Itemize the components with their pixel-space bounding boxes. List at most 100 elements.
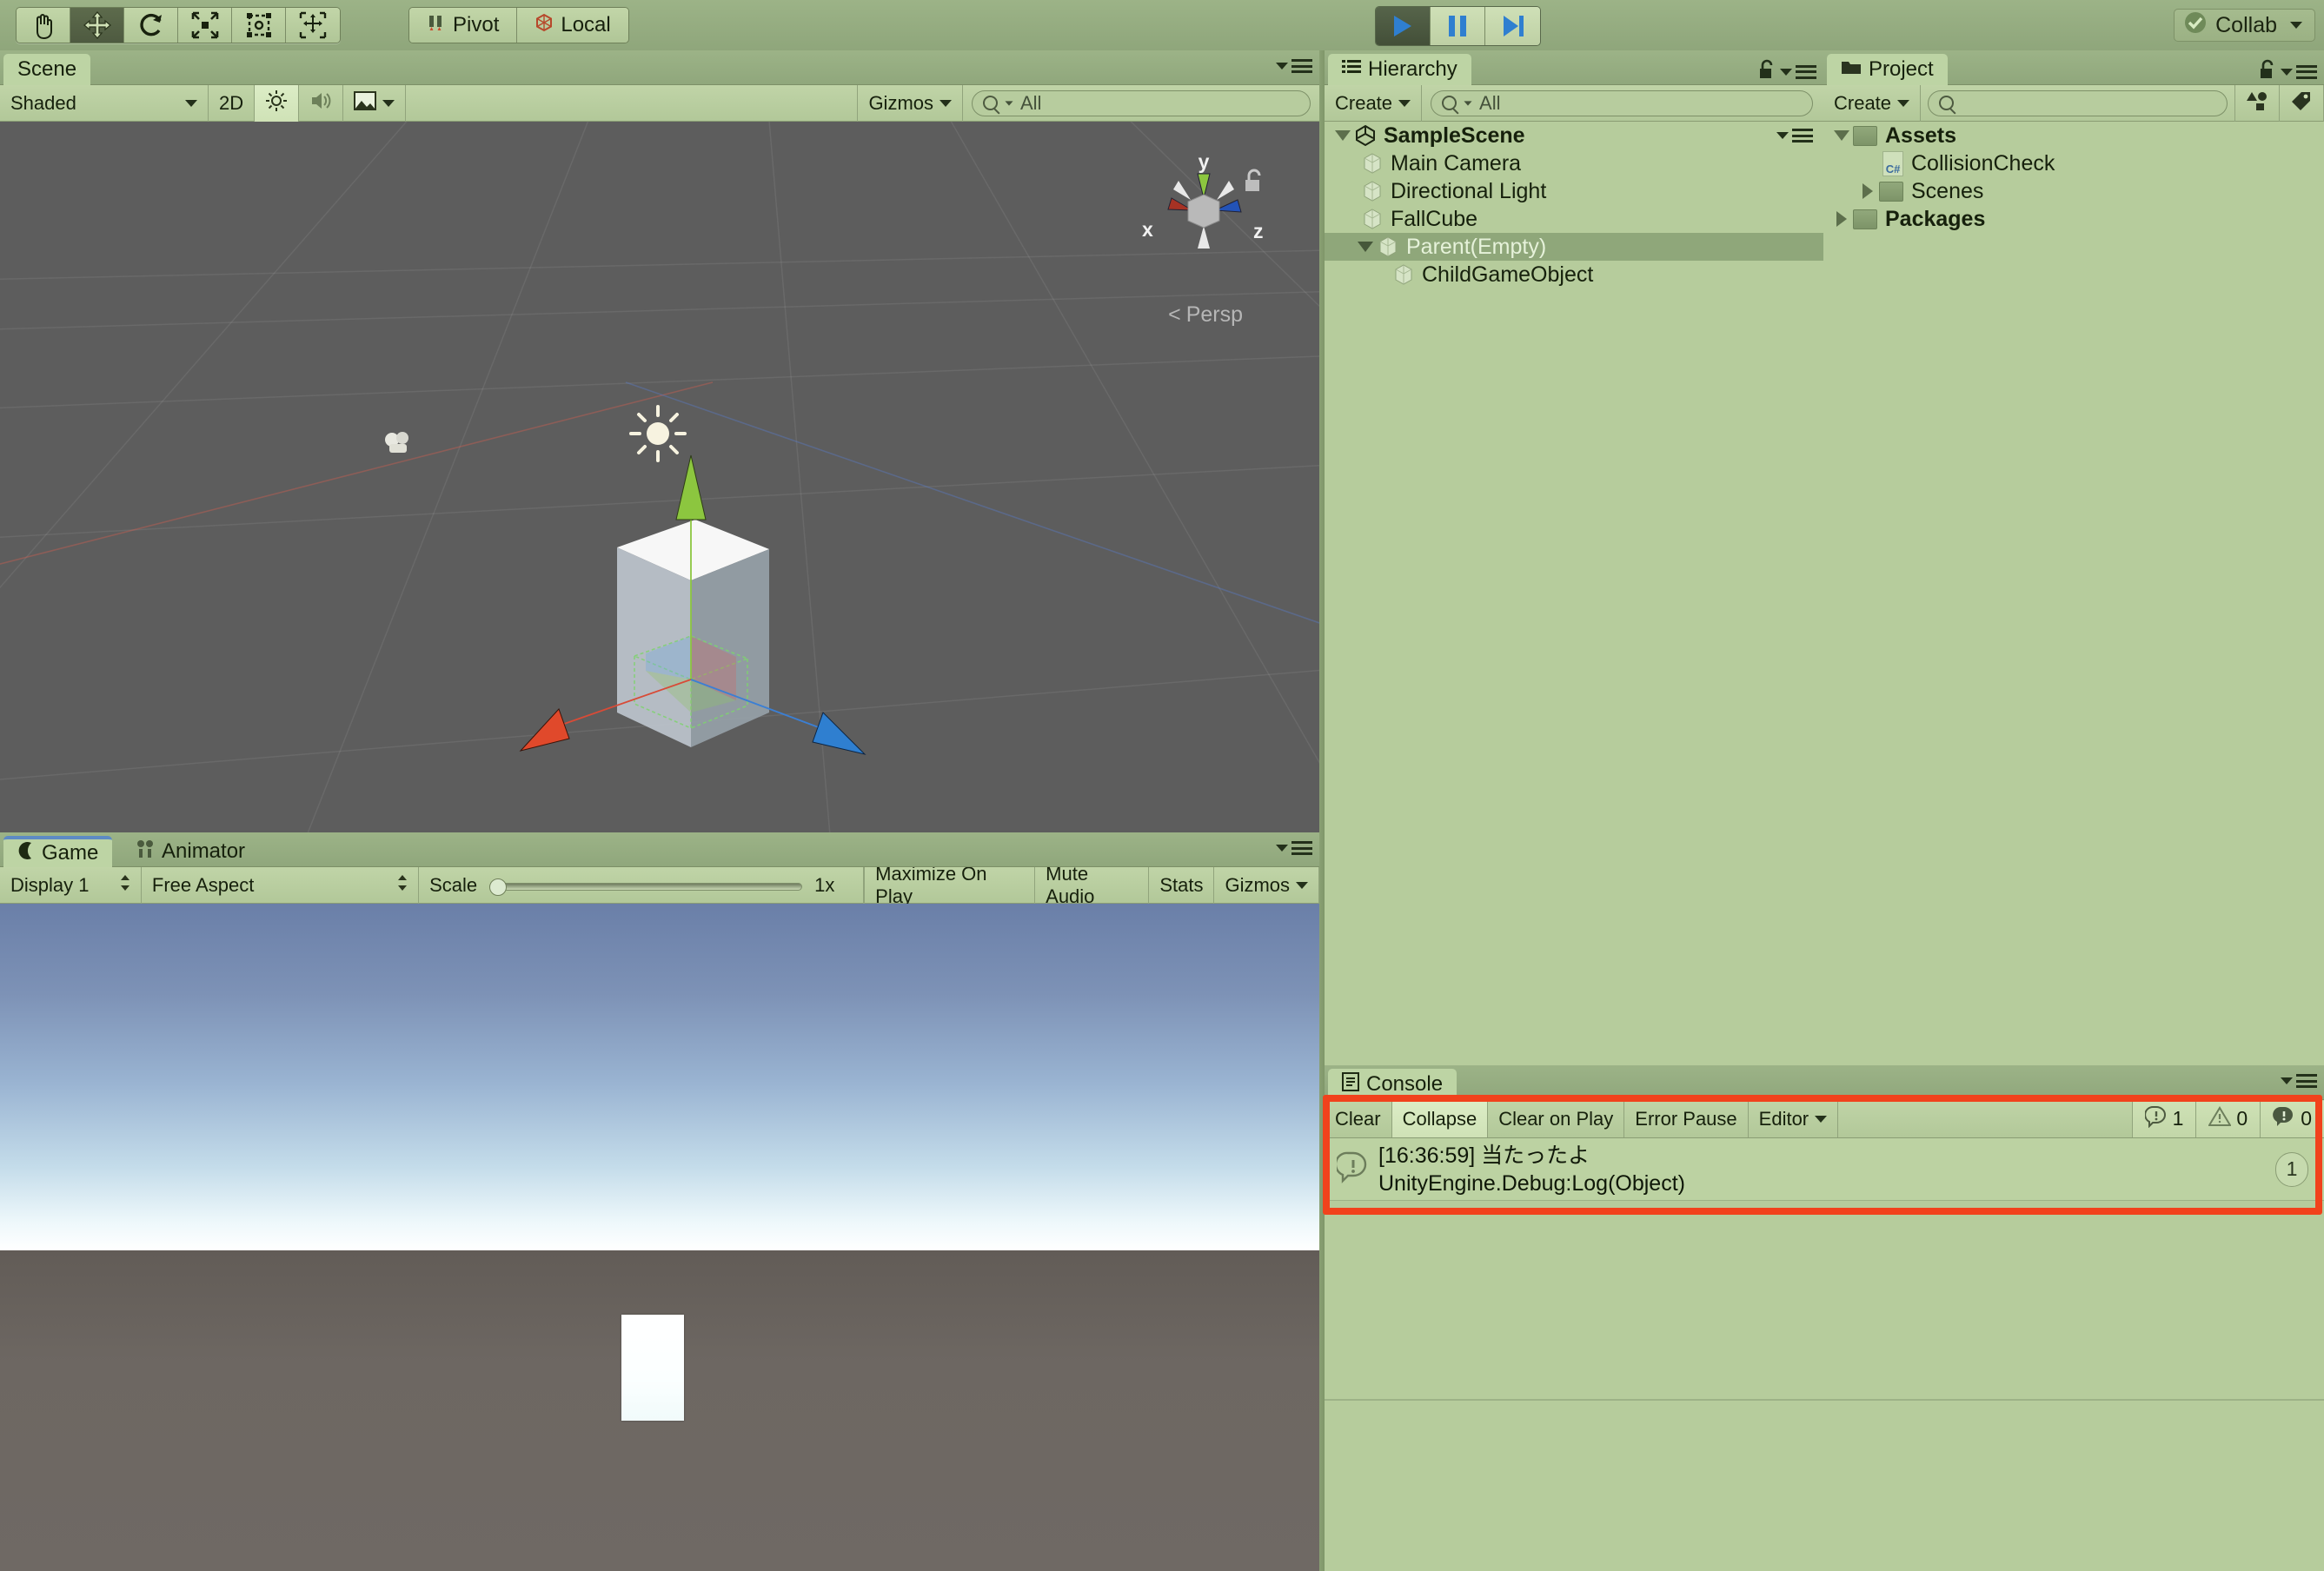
tab-scene[interactable]: Scene: [3, 54, 91, 85]
hierarchy-item-childgameobject[interactable]: ChildGameObject: [1325, 261, 1823, 288]
gameobject-icon: [1361, 208, 1384, 230]
scale-slider[interactable]: [489, 878, 803, 896]
hierarchy-lock-icon[interactable]: [1757, 59, 1776, 84]
fold-toggle[interactable]: [1354, 242, 1377, 252]
tab-console[interactable]: Console: [1328, 1069, 1457, 1100]
rect-tool-button[interactable]: [232, 8, 286, 43]
scale-tool-button[interactable]: [178, 8, 232, 43]
chevron-down-icon: [2290, 22, 2302, 29]
project-create-button[interactable]: Create: [1823, 84, 1922, 122]
scene-search-input[interactable]: All: [972, 89, 1311, 116]
hand-tool-button[interactable]: [17, 8, 70, 43]
tab-project[interactable]: Project: [1827, 54, 1948, 85]
step-button[interactable]: [1485, 7, 1540, 45]
scene-lighting-button[interactable]: [255, 84, 300, 122]
toggle-2d-button[interactable]: 2D: [209, 84, 256, 122]
warning-count[interactable]: 0: [2195, 1100, 2261, 1137]
chevron-down-icon: [1398, 99, 1411, 107]
scene-3d-view[interactable]: y x z < Persp: [0, 122, 1319, 832]
aspect-dropdown[interactable]: Free Aspect: [142, 866, 420, 904]
scale-slider-thumb[interactable]: [489, 878, 508, 896]
rotate-tool-button[interactable]: [124, 8, 178, 43]
scene-fx-button[interactable]: [343, 84, 407, 122]
error-pause-button[interactable]: Error Pause: [1624, 1100, 1749, 1137]
menu-icon: [1796, 64, 1816, 79]
play-button[interactable]: [1376, 7, 1431, 45]
console-panel-menu[interactable]: [2281, 1074, 2317, 1088]
selected-object-gizmo[interactable]: [517, 452, 882, 832]
hierarchy-search-input[interactable]: All: [1431, 89, 1813, 116]
local-toggle-button[interactable]: Local: [517, 8, 628, 43]
scene-orientation-gizmo[interactable]: y x z < Persp: [1130, 146, 1278, 327]
hierarchy-item-label: SampleScene: [1384, 123, 1525, 148]
project-tree[interactable]: Assets C# CollisionCheck Scenes Packages: [1823, 122, 2324, 1065]
hierarchy-item-fallcube[interactable]: FallCube: [1325, 205, 1823, 233]
game-sky: [0, 904, 1319, 1251]
project-search-input[interactable]: [1928, 89, 2228, 116]
chevron-down-icon: [382, 99, 395, 107]
hierarchy-item-parent-empty[interactable]: Parent(Empty): [1325, 233, 1823, 261]
tab-game[interactable]: Game: [3, 836, 113, 867]
hierarchy-item-samplescene[interactable]: SampleScene: [1325, 122, 1823, 149]
project-item-scenes[interactable]: Scenes: [1823, 177, 2324, 205]
game-panel-menu[interactable]: [1276, 841, 1312, 855]
project-lock-icon[interactable]: [2258, 59, 2277, 84]
fold-toggle[interactable]: [1830, 211, 1853, 227]
display-dropdown[interactable]: Display 1: [0, 866, 142, 904]
aspect-label: Free Aspect: [151, 873, 255, 896]
console-tab-label: Console: [1366, 1072, 1444, 1096]
projection-label[interactable]: < Persp: [1168, 302, 1243, 328]
game-viewport[interactable]: [0, 904, 1319, 1571]
error-count[interactable]: 0: [2260, 1100, 2324, 1137]
mute-audio-button[interactable]: Mute Audio: [1035, 863, 1150, 907]
console-log-entry[interactable]: [16:36:59] 当たったよ UnityEngine.Debug:Log(O…: [1325, 1138, 2324, 1201]
project-item-collisioncheck[interactable]: C# CollisionCheck: [1823, 149, 2324, 177]
console-log-list[interactable]: [16:36:59] 当たったよ UnityEngine.Debug:Log(O…: [1325, 1138, 2324, 1571]
hierarchy-tree[interactable]: SampleScene Main Camera Directional Ligh…: [1325, 122, 1823, 1065]
hierarchy-create-button[interactable]: Create: [1325, 84, 1423, 122]
clear-label: Clear: [1335, 1107, 1381, 1130]
tab-hierarchy[interactable]: Hierarchy: [1328, 54, 1471, 85]
scene-context-menu[interactable]: [1776, 129, 1813, 143]
editor-dropdown[interactable]: Editor: [1749, 1100, 1839, 1137]
clear-on-play-button[interactable]: Clear on Play: [1488, 1100, 1625, 1137]
game-gizmos-dropdown[interactable]: Gizmos: [1214, 866, 1320, 904]
project-item-assets[interactable]: Assets: [1823, 122, 2324, 149]
collapse-button[interactable]: Collapse: [1391, 1100, 1489, 1137]
gizmos-label: Gizmos: [1225, 873, 1291, 896]
maximize-on-play-button[interactable]: Maximize On Play: [864, 863, 1036, 907]
project-panel-menu[interactable]: [2258, 59, 2317, 84]
tab-animator[interactable]: Animator: [122, 836, 259, 867]
fold-toggle[interactable]: [1856, 183, 1879, 199]
hierarchy-item-directional-light[interactable]: Directional Light: [1325, 177, 1823, 205]
scene-lock-icon[interactable]: [1243, 169, 1265, 197]
fold-toggle[interactable]: [1830, 130, 1853, 141]
pause-button[interactable]: [1431, 7, 1485, 45]
camera-gizmo[interactable]: [382, 430, 417, 458]
draw-mode-dropdown[interactable]: Shaded: [0, 84, 209, 122]
hierarchy-item-main-camera[interactable]: Main Camera: [1325, 149, 1823, 177]
transform-tool-button[interactable]: [286, 8, 340, 43]
scale-slider-group[interactable]: Scale 1x: [419, 866, 865, 904]
hierarchy-tree-wrap: SampleScene Main Camera Directional Ligh…: [1325, 122, 1823, 1065]
project-label-filter-button[interactable]: [2280, 84, 2324, 122]
project-item-packages[interactable]: Packages: [1823, 205, 2324, 233]
stats-button[interactable]: Stats: [1149, 866, 1215, 904]
scene-audio-button[interactable]: [299, 84, 344, 122]
collab-button[interactable]: Collab: [2174, 9, 2315, 42]
move-tool-button[interactable]: [70, 8, 124, 43]
chevron-down-icon: [1780, 68, 1792, 76]
pivot-toggle-button[interactable]: Pivot: [409, 8, 518, 43]
scene-gizmos-dropdown[interactable]: Gizmos: [857, 84, 963, 122]
fold-toggle[interactable]: [1331, 130, 1354, 141]
project-item-label: Scenes: [1911, 178, 1984, 203]
console-detail-splitter[interactable]: [1325, 1399, 2324, 1401]
clear-button[interactable]: Clear: [1325, 1100, 1392, 1137]
tag-icon: [2290, 90, 2313, 116]
scene-toolbar: Shaded 2D Gizmos All: [0, 84, 1319, 122]
scene-panel-menu[interactable]: [1276, 59, 1312, 73]
scene-viewport[interactable]: y x z < Persp: [0, 122, 1319, 832]
info-count[interactable]: 1: [2131, 1100, 2196, 1137]
project-type-filter-button[interactable]: [2234, 84, 2280, 122]
hierarchy-panel-menu[interactable]: [1757, 59, 1816, 84]
